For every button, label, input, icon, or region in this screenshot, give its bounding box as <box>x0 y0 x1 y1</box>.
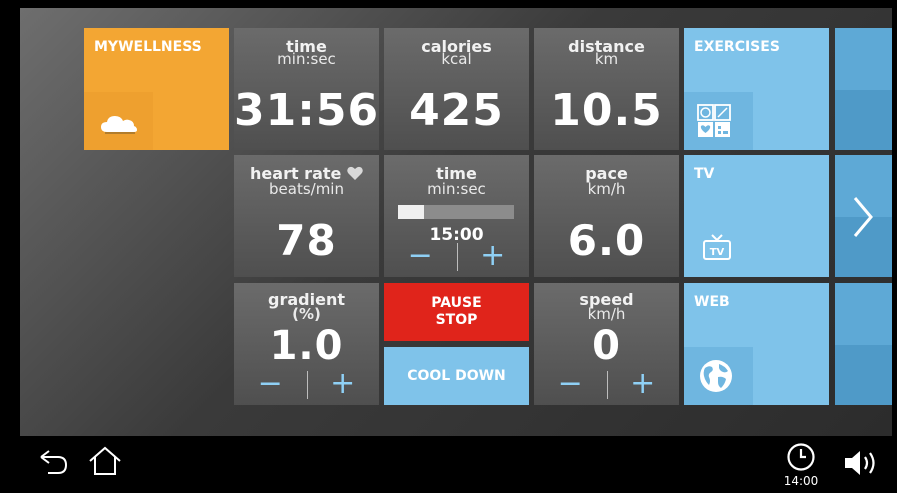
tv-tile[interactable]: TV TV <box>684 155 829 277</box>
cloud-icon <box>101 116 137 134</box>
clock-widget[interactable]: 14:00 <box>778 440 824 492</box>
mywellness-tile[interactable]: MYWELLNESS <box>84 28 229 150</box>
speed-minus-button[interactable]: − <box>534 369 607 405</box>
globe-icon <box>700 360 732 392</box>
heart-rate-unit: beats/min <box>269 180 344 198</box>
time-target-progress-bar <box>398 205 514 219</box>
gradient-plus-button[interactable]: + <box>307 369 380 405</box>
distance-value: 10.5 <box>550 85 663 136</box>
pause-stop-button[interactable]: PAUSE STOP <box>384 283 529 341</box>
cool-down-label: COOL DOWN <box>407 368 506 384</box>
time-target-tile: time min:sec 15:00 − + <box>384 155 529 277</box>
heart-icon <box>347 166 363 180</box>
time-minus-button[interactable]: − <box>384 241 457 277</box>
time-plus-button[interactable]: + <box>457 241 530 277</box>
exercises-icon-area <box>684 92 753 150</box>
web-tile[interactable]: WEB <box>684 283 829 405</box>
speed-stepper: − + <box>534 369 679 405</box>
tv-label: TV <box>694 166 715 182</box>
tv-icon: TV <box>703 234 731 260</box>
speed-value: 0 <box>592 323 621 369</box>
time-target-stepper: − + <box>384 241 529 277</box>
gradient-tile: gradient (%) 1.0 − + <box>234 283 379 405</box>
speed-tile: speed km/h 0 − + <box>534 283 679 405</box>
heart-rate-value: 78 <box>276 216 337 265</box>
calories-unit: kcal <box>441 50 472 68</box>
time-value: 31:56 <box>234 85 379 136</box>
next-page-tile-top-inner <box>835 28 892 90</box>
back-icon[interactable] <box>38 449 70 475</box>
pace-tile: pace km/h 6.0 <box>534 155 679 277</box>
exercises-icon <box>697 104 731 137</box>
time-tile: time min:sec 31:56 <box>234 28 379 150</box>
next-page-tile-middle[interactable] <box>835 155 892 277</box>
chevron-right-icon[interactable] <box>851 195 875 239</box>
exercises-tile[interactable]: EXERCISES <box>684 28 829 150</box>
stop-label: STOP <box>435 312 478 328</box>
heart-rate-tile: heart rate beats/min 78 <box>234 155 379 277</box>
calories-tile: calories kcal 425 <box>384 28 529 150</box>
time-unit: min:sec <box>277 50 336 68</box>
pace-value: 6.0 <box>567 216 646 265</box>
speed-unit: km/h <box>587 305 626 323</box>
time-target-progress-fill <box>398 205 424 219</box>
pace-unit: km/h <box>587 180 626 198</box>
mywellness-icon-area <box>84 92 153 150</box>
web-label: WEB <box>694 294 730 310</box>
cool-down-button[interactable]: COOL DOWN <box>384 347 529 405</box>
next-page-tile-bottom <box>835 283 892 405</box>
gradient-stepper: − + <box>234 369 379 405</box>
clock-icon <box>787 443 815 471</box>
pause-label: PAUSE <box>431 295 482 311</box>
calories-value: 425 <box>409 85 504 136</box>
dashboard-panel: MYWELLNESS time min:sec 31:56 calories k… <box>20 8 892 436</box>
screen: MYWELLNESS time min:sec 31:56 calories k… <box>0 0 897 493</box>
gradient-minus-button[interactable]: − <box>234 369 307 405</box>
clock-time: 14:00 <box>783 474 819 488</box>
distance-unit: km <box>594 50 619 68</box>
next-page-tile-top <box>835 28 892 150</box>
home-icon[interactable] <box>88 446 122 476</box>
tv-icon-area: TV <box>684 219 753 277</box>
next-page-tile-bottom-inner <box>835 283 892 345</box>
time-target-unit: min:sec <box>427 180 486 198</box>
volume-icon[interactable] <box>842 448 880 478</box>
mywellness-label: MYWELLNESS <box>94 39 202 55</box>
speed-plus-button[interactable]: + <box>607 369 680 405</box>
tv-icon-text: TV <box>710 247 725 258</box>
system-bar: 14:00 <box>0 436 897 493</box>
gradient-unit: (%) <box>292 305 321 323</box>
gradient-value: 1.0 <box>269 323 344 369</box>
distance-tile: distance km 10.5 <box>534 28 679 150</box>
exercises-label: EXERCISES <box>694 39 780 55</box>
web-icon-area <box>684 347 753 405</box>
